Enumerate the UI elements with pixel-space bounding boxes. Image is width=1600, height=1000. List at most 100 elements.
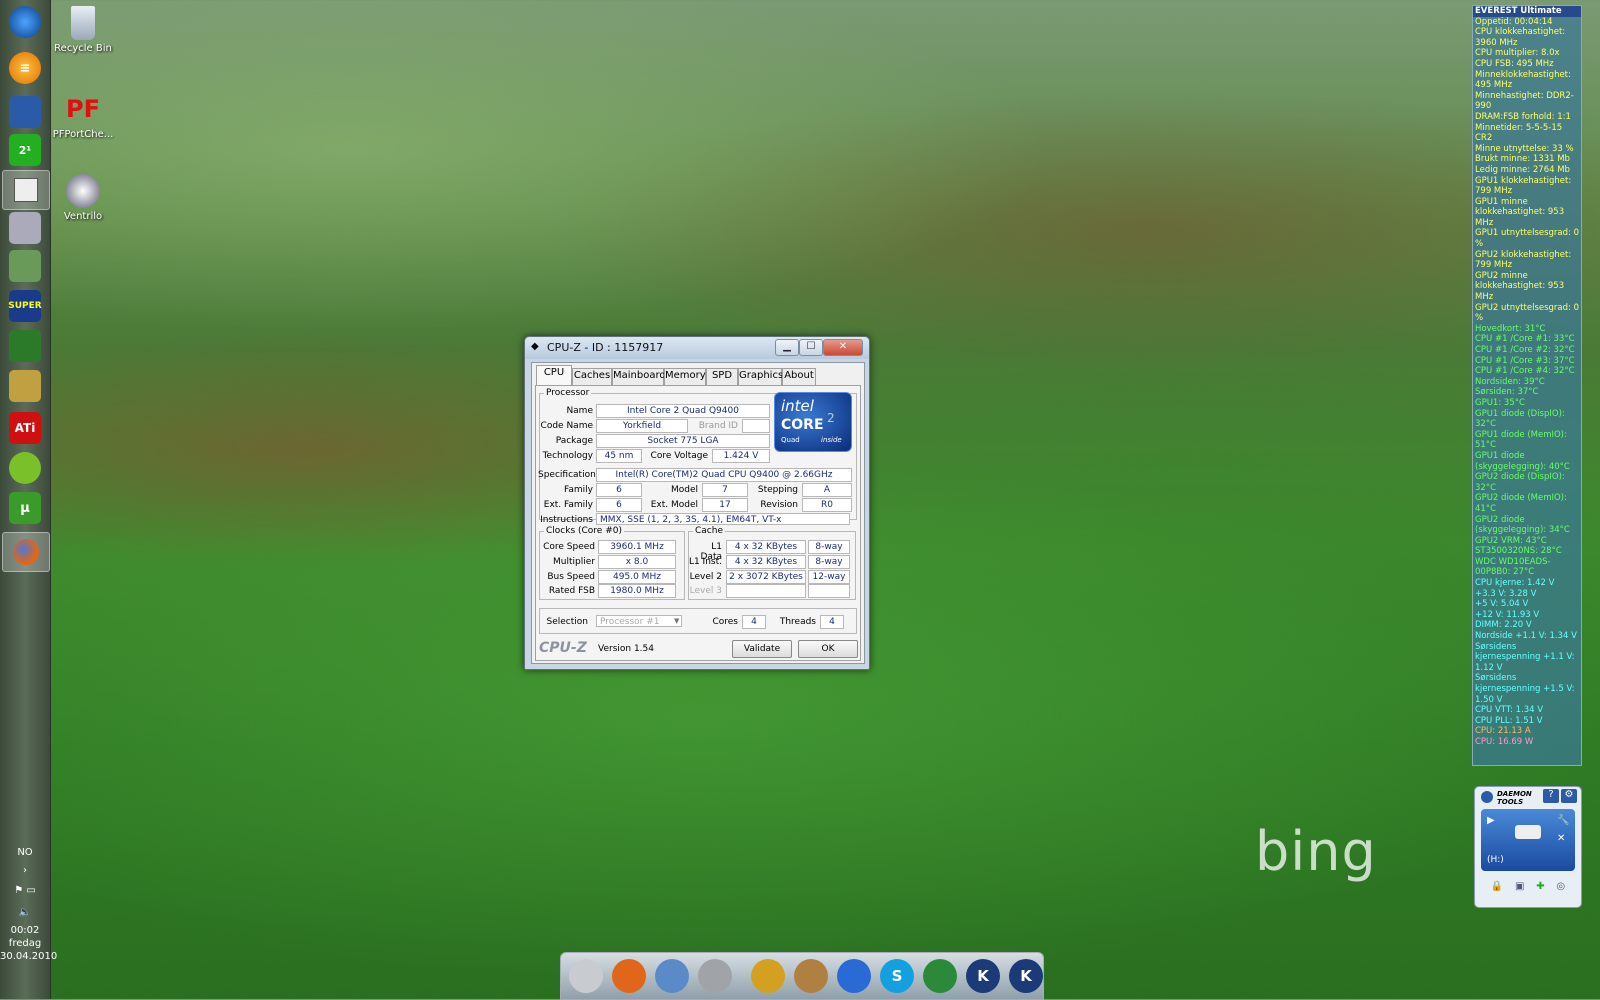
play-icon[interactable]: ▶ (1487, 815, 1495, 826)
everest-row: CPU: 16.69 W (1475, 736, 1534, 747)
lightning-tool-icon[interactable] (751, 959, 785, 993)
ati-icon[interactable]: ATi (9, 412, 41, 444)
lock-icon[interactable]: 🔒 (1491, 881, 1503, 897)
2p1-icon[interactable]: 2¹ (9, 134, 41, 166)
close-button[interactable]: ✕ (823, 339, 863, 356)
daemon-toolbar: 🔒 ▣ ✚ ◎ (1485, 881, 1571, 897)
help-button[interactable]: ? (1543, 789, 1559, 803)
ok-button[interactable]: OK (798, 640, 858, 658)
memory-icon[interactable] (9, 330, 41, 362)
everest-row: Sørsiden: 37°C (1475, 387, 1539, 398)
revision-label: Revision (760, 500, 798, 510)
drive-icon[interactable] (9, 212, 41, 244)
recycle-bin-icon (71, 6, 95, 40)
firefox-icon[interactable] (612, 959, 646, 993)
disc-icon[interactable]: ◎ (1556, 881, 1565, 897)
cpuz-brand: CPU-Z (539, 640, 587, 656)
virtual-drive-panel[interactable]: ▶ 🔧 ✕ (H:) (1481, 809, 1575, 871)
k-app-icon-1[interactable]: K (966, 959, 1000, 993)
flag-icon[interactable]: ⚑ ▭ (0, 885, 50, 896)
cache-legend: Cache (695, 526, 723, 536)
tools-icon[interactable] (698, 959, 732, 993)
chevron-down-icon[interactable]: ▼ (674, 617, 679, 625)
everest-row: +12 V: 11.93 V (1475, 609, 1540, 620)
codename-value: Yorkfield (596, 419, 688, 433)
minimize-button[interactable]: ▁ (775, 339, 799, 356)
close-icon[interactable]: ✕ (1557, 833, 1565, 844)
tab-graphics[interactable]: Graphics (738, 368, 783, 386)
tab-spd[interactable]: SPD (706, 368, 738, 386)
chevron-right-icon[interactable]: › (0, 865, 50, 876)
everest-row: WDC WD10EADS-00P8B0: 27°C (1475, 556, 1551, 578)
skype-icon[interactable]: S (880, 959, 914, 993)
everest-row: GPU2 klokkehastighet: 799 MHz (1475, 249, 1572, 271)
name-value: Intel Core 2 Quad Q9400 (596, 404, 770, 418)
k-app-icon-2[interactable]: K (1009, 959, 1043, 993)
tab-memory[interactable]: Memory (664, 368, 706, 386)
instructions-label: Instructions (540, 515, 593, 525)
utorrent-icon[interactable]: µ (9, 492, 41, 524)
everest-row: GPU1 diode (DispIO): 32°C (1475, 408, 1565, 430)
everest-row: CPU klokkehastighet: 3960 MHz (1475, 27, 1566, 48)
superpi-icon[interactable]: SUPER (8, 290, 42, 322)
selection-dropdown[interactable]: Processor #1 (596, 615, 682, 627)
hammer-icon[interactable] (794, 959, 828, 993)
everest-row: CPU PLL: 1.51 V (1475, 715, 1543, 726)
cpu-panel: Processor Name Intel Core 2 Quad Q9400 C… (535, 385, 861, 661)
image-app-icon[interactable] (9, 250, 41, 282)
tab-about[interactable]: About (782, 368, 816, 386)
maximize-button[interactable]: ☐ (799, 339, 823, 356)
daemon-tools-gadget: DAEMON TOOLS ? ⚙ ▶ 🔧 ✕ (H:) 🔒 ▣ ✚ ◎ (1474, 786, 1582, 908)
settings-icon[interactable]: ⚙ (1561, 789, 1577, 803)
desktop-icon-pfportchecker[interactable]: PF PFPortChe... (48, 92, 118, 140)
cpuz-titlebar[interactable]: ◆ CPU-Z - ID : 1157917 ▁ ☐ ✕ (525, 337, 869, 359)
finder-icon[interactable] (569, 959, 603, 993)
intel-core2-quad-logo: intel CORE 2 Quad inside (774, 392, 852, 452)
image-icon[interactable]: ▣ (1515, 881, 1524, 897)
tab-mainboard[interactable]: Mainboard (612, 368, 666, 386)
menu-icon[interactable]: ≡ (9, 52, 41, 84)
green-arrows-icon[interactable] (923, 959, 957, 993)
level2-value: 2 x 3072 KBytes (726, 570, 806, 584)
add-icon[interactable]: ✚ (1536, 881, 1544, 897)
extmodel-label: Ext. Model (650, 500, 698, 510)
everest-row: GPU1 diode (skyggelegging): 40°C (1475, 450, 1570, 472)
family-label: Family (564, 485, 593, 495)
everest-row: CPU: 21.13 A (1475, 726, 1531, 737)
everest-sensor-panel: EVEREST Ultimate Oppetid: 00:04:14 CPU kl… (1472, 5, 1582, 766)
cpuz-body: CPU Caches Mainboard Memory SPD Graphics… (531, 362, 865, 664)
codename-label: Code Name (540, 421, 593, 431)
desktop-icon-ventrilo[interactable]: Ventrilo (48, 174, 118, 222)
start-orb-icon[interactable] (9, 6, 41, 38)
volume-icon[interactable]: 🔈 (0, 907, 50, 918)
l1inst-way: 8-way (808, 555, 850, 569)
thunder-icon[interactable] (837, 959, 871, 993)
firefox-icon[interactable] (2, 532, 50, 572)
model-value: 7 (702, 483, 748, 497)
cpu-z-icon[interactable] (9, 96, 41, 128)
wrench-icon[interactable]: 🔧 (1557, 815, 1569, 826)
tools-icon[interactable] (9, 370, 41, 402)
desktop-icon-recycle-bin[interactable]: Recycle Bin (48, 6, 118, 54)
window-app-icon[interactable] (2, 170, 50, 210)
busspeed-label: Bus Speed (547, 572, 595, 582)
family-value: 6 (596, 483, 642, 497)
dock: S KK (560, 952, 1044, 1000)
network-globe-icon[interactable] (655, 959, 689, 993)
everest-row: +5 V: 5.04 V (1475, 599, 1529, 610)
clock-time[interactable]: 00:02 (0, 925, 50, 936)
language-indicator[interactable]: NO (0, 847, 50, 858)
busspeed-value: 495.0 MHz (598, 570, 676, 584)
model-label: Model (670, 485, 698, 495)
drive-letter: (H:) (1487, 855, 1504, 865)
everest-row: CPU kjerne: 1.42 V (1475, 578, 1555, 589)
validate-button[interactable]: Validate (732, 640, 792, 658)
corespeed-label: Core Speed (543, 542, 595, 552)
desktop-icon-label: Ventrilo (63, 211, 103, 222)
tab-caches[interactable]: Caches (572, 368, 612, 386)
everest-row: GPU2 utnyttelsesgrad: 0 % (1475, 302, 1579, 324)
spotify-icon[interactable] (9, 452, 41, 484)
package-label: Package (555, 436, 593, 446)
tab-cpu[interactable]: CPU (536, 365, 572, 386)
technology-label: Technology (542, 451, 593, 461)
